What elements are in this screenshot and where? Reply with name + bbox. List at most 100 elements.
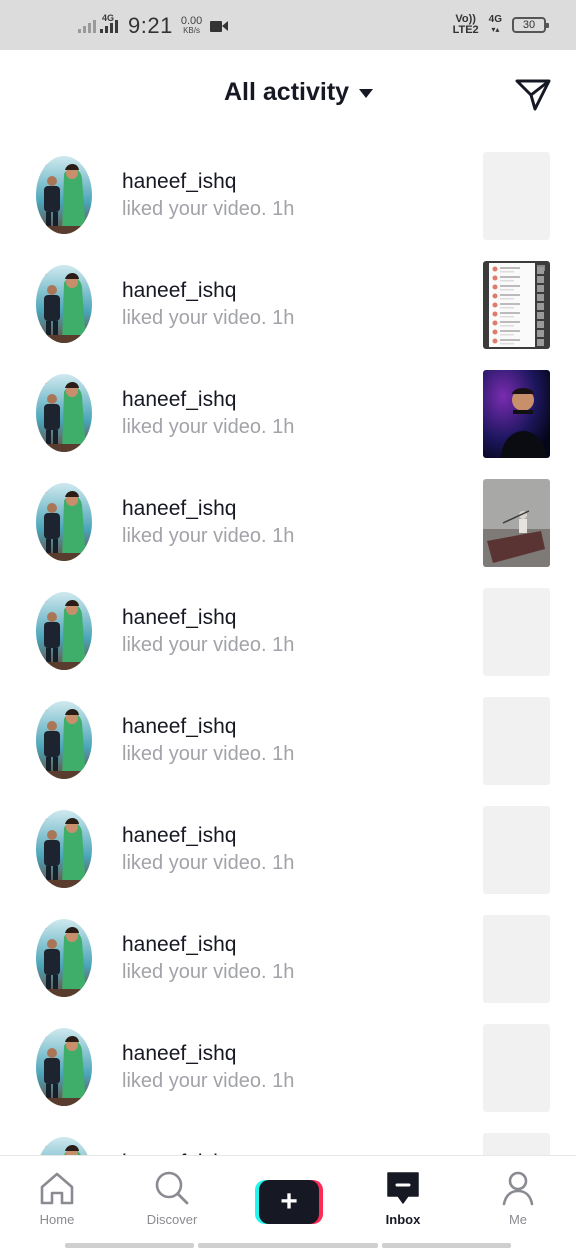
activity-action: liked your video. <box>122 852 267 874</box>
clock: 9:21 <box>128 13 173 38</box>
network-type-badge: 4G <box>102 13 115 23</box>
activity-item[interactable]: haneef_ishqliked your video. 1h <box>0 1012 576 1121</box>
inbox-header: All activity <box>0 50 576 140</box>
activity-item[interactable]: haneef_ishqliked your video. 1h <box>0 903 576 1012</box>
activity-time: 1h <box>272 852 295 874</box>
activity-username[interactable]: haneef_ishq <box>122 388 236 412</box>
activity-item[interactable]: haneef_ishqliked your video. 1h <box>0 1121 576 1155</box>
nav-home-label: Home <box>39 1212 75 1227</box>
activity-time: 1h <box>272 307 295 329</box>
video-thumbnail[interactable] <box>483 1024 550 1112</box>
video-thumbnail[interactable] <box>483 370 550 458</box>
activity-time: 1h <box>272 743 295 765</box>
activity-action: liked your video. <box>122 525 267 547</box>
activity-time: 1h <box>272 416 295 438</box>
activity-text: liked your video. 1h <box>122 1070 294 1093</box>
inbox-icon <box>387 1172 419 1204</box>
nav-me[interactable]: Me <box>473 1170 563 1234</box>
activity-text: liked your video. 1h <box>122 961 294 984</box>
activity-text: liked your video. 1h <box>122 743 294 766</box>
activity-action: liked your video. <box>122 961 267 983</box>
activity-item[interactable]: haneef_ishqliked your video. 1h <box>0 358 576 467</box>
activity-username[interactable]: haneef_ishq <box>122 279 236 303</box>
nav-discover-label: Discover <box>146 1212 198 1227</box>
video-camera-icon <box>210 20 229 32</box>
profile-icon <box>502 1171 534 1206</box>
network-speed-value: 0.00 <box>180 15 203 27</box>
video-thumbnail[interactable] <box>483 152 550 240</box>
gesture-bar-left <box>65 1243 194 1248</box>
battery-icon: 30 <box>512 17 549 33</box>
page-title: All activity <box>224 78 350 106</box>
avatar[interactable] <box>36 810 92 888</box>
activity-username[interactable]: haneef_ishq <box>122 170 236 194</box>
gesture-bar-center <box>198 1243 378 1248</box>
activity-text: liked your video. 1h <box>122 198 294 221</box>
video-thumbnail[interactable] <box>483 588 550 676</box>
bottom-nav: Home Discover + Inbox Me <box>0 1155 576 1248</box>
4g-label: 4G <box>488 14 502 25</box>
video-thumbnail[interactable] <box>483 479 550 567</box>
caret-down-icon <box>359 89 374 98</box>
avatar[interactable] <box>36 483 92 561</box>
activity-list[interactable]: haneef_ishq liked your video. 1h haneef_is… <box>0 140 576 1155</box>
activity-text: liked your video. 1h <box>122 307 294 330</box>
activity-item[interactable]: haneef_ishqliked your video. 1h <box>0 249 576 358</box>
avatar[interactable] <box>36 701 92 779</box>
nav-me-label: Me <box>508 1212 528 1227</box>
video-thumbnail[interactable] <box>483 697 550 785</box>
avatar[interactable] <box>36 592 92 670</box>
nav-discover[interactable]: Discover <box>127 1170 217 1234</box>
video-thumbnail[interactable] <box>483 806 550 894</box>
avatar[interactable] <box>36 919 92 997</box>
activity-username[interactable]: haneef_ishq <box>122 1042 236 1066</box>
activity-action: liked your video. <box>122 307 267 329</box>
avatar[interactable] <box>36 265 92 343</box>
activity-time: 1h <box>272 1070 295 1092</box>
activity-username[interactable]: haneef_ishq <box>122 497 236 521</box>
nav-inbox[interactable]: Inbox <box>358 1170 448 1234</box>
activity-item[interactable]: haneef_ishqliked your video. 1h <box>0 685 576 794</box>
activity-item[interactable]: haneef_ishqliked your video. 1h <box>0 576 576 685</box>
activity-text: liked your video. 1h <box>122 634 294 657</box>
avatar[interactable] <box>36 156 92 234</box>
activity-text: liked your video. 1h <box>122 852 294 875</box>
activity-text: liked your video. 1h <box>122 525 294 548</box>
create-video-button[interactable]: + <box>255 1180 323 1224</box>
avatar[interactable] <box>36 374 92 452</box>
video-thumbnail[interactable] <box>483 1133 550 1155</box>
status-bar: 4G 9:21 0.00 KB/s Vo)) LTE2 4G ▾▴ 30 <box>0 0 576 50</box>
activity-time: 1h <box>272 634 295 656</box>
nav-home[interactable]: Home <box>12 1170 102 1234</box>
search-icon <box>155 1171 189 1205</box>
activity-item[interactable]: haneef_ishqliked your video. 1h <box>0 467 576 576</box>
activity-item[interactable]: haneef_ishqliked your video. 1h <box>0 794 576 903</box>
activity-username[interactable]: haneef_ishq <box>122 715 236 739</box>
network-speed-unit: KB/s <box>183 26 200 35</box>
lte-label: LTE2 <box>452 24 479 36</box>
home-icon <box>40 1172 74 1205</box>
network-speed: 0.00 KB/s <box>181 16 202 36</box>
activity-item[interactable]: haneef_ishqliked your video. 1h <box>0 140 576 249</box>
avatar[interactable] <box>36 1028 92 1106</box>
activity-filter-dropdown[interactable]: All activity <box>224 78 374 107</box>
activity-username[interactable]: haneef_ishq <box>122 824 236 848</box>
activity-username[interactable]: haneef_ishq <box>122 933 236 957</box>
video-thumbnail[interactable] <box>483 261 550 349</box>
video-thumbnail[interactable] <box>483 915 550 1003</box>
send-icon <box>515 79 551 111</box>
4g-indicator: 4G ▾▴ <box>488 14 502 35</box>
activity-action: liked your video. <box>122 198 267 220</box>
activity-action: liked your video. <box>122 634 267 656</box>
volte-indicator: Vo)) LTE2 <box>453 14 479 36</box>
activity-time: 1h <box>272 961 295 983</box>
activity-username[interactable]: haneef_ishq <box>122 606 236 630</box>
battery-level: 30 <box>522 19 536 31</box>
plus-icon: + <box>259 1180 319 1224</box>
nav-inbox-label: Inbox <box>385 1212 421 1227</box>
direct-message-button[interactable] <box>513 74 553 114</box>
avatar[interactable] <box>36 1137 92 1155</box>
status-right: Vo)) LTE2 4G ▾▴ 30 <box>453 14 549 36</box>
signal-icon-1 <box>78 19 96 33</box>
activity-action: liked your video. <box>122 743 267 765</box>
